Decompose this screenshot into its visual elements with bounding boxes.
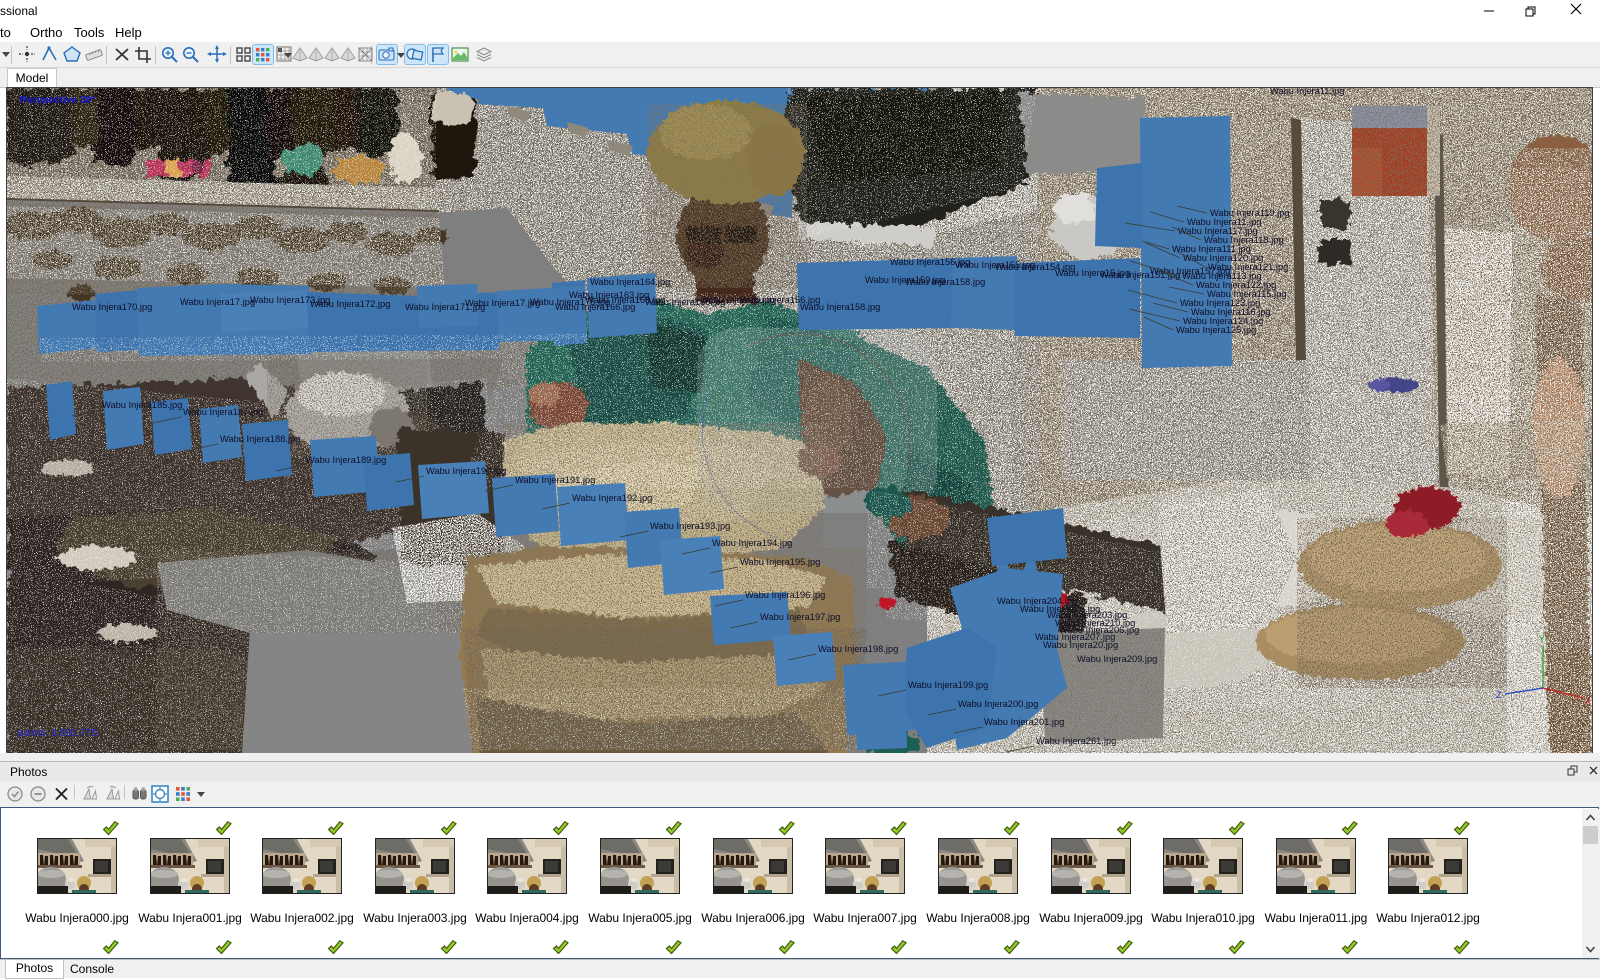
svg-text:Wabu Injera158.jpg: Wabu Injera158.jpg xyxy=(905,277,985,287)
svg-text:points: 3,692,775: points: 3,692,775 xyxy=(17,727,98,739)
svg-text:Wabu Injera261.jpg: Wabu Injera261.jpg xyxy=(1036,736,1116,746)
svg-text:Wabu Injera201.jpg: Wabu Injera201.jpg xyxy=(984,717,1064,727)
svg-text:Wabu Injera198.jpg: Wabu Injera198.jpg xyxy=(818,644,898,654)
svg-text:Wabu Injera125.jpg: Wabu Injera125.jpg xyxy=(1176,325,1256,335)
svg-text:Wabu Injera188.jpg: Wabu Injera188.jpg xyxy=(220,434,300,444)
svg-text:Wabu Injera170.jpg: Wabu Injera170.jpg xyxy=(72,302,152,312)
svg-text:Z: Z xyxy=(1496,690,1502,700)
svg-text:Wabu Injera209.jpg: Wabu Injera209.jpg xyxy=(1077,654,1157,664)
svg-text:Wabu Injera191.jpg: Wabu Injera191.jpg xyxy=(515,475,595,485)
svg-text:Wabu Injera172.jpg: Wabu Injera172.jpg xyxy=(310,299,390,309)
svg-text:Wabu Injera190.jpg: Wabu Injera190.jpg xyxy=(426,466,506,476)
svg-text:Wabu Injera164.jpg: Wabu Injera164.jpg xyxy=(590,277,670,287)
svg-text:Wabu Injera187.jpg: Wabu Injera187.jpg xyxy=(183,407,263,417)
svg-text:Wabu Injera200.jpg: Wabu Injera200.jpg xyxy=(958,699,1038,709)
svg-text:Wabu Injera203.jpg: Wabu Injera203.jpg xyxy=(1047,610,1127,620)
svg-text:Wabu Injera17.jpg: Wabu Injera17.jpg xyxy=(465,298,540,308)
svg-text:X: X xyxy=(1585,696,1591,706)
svg-text:Wabu Injera197.jpg: Wabu Injera197.jpg xyxy=(760,612,840,622)
svg-text:Wabu Injera17.jpg: Wabu Injera17.jpg xyxy=(180,297,255,307)
svg-text:Wabu Injera193.jpg: Wabu Injera193.jpg xyxy=(650,521,730,531)
svg-text:Wabu Injera11.jpg: Wabu Injera11.jpg xyxy=(1270,88,1344,96)
svg-text:Perspective 30°: Perspective 30° xyxy=(20,95,95,106)
svg-text:Wabu Injera166.jpg: Wabu Injera166.jpg xyxy=(555,302,635,312)
svg-text:Wabu Injera199.jpg: Wabu Injera199.jpg xyxy=(908,680,988,690)
svg-text:Wabu Injera192.jpg: Wabu Injera192.jpg xyxy=(572,493,652,503)
svg-text:Y: Y xyxy=(1539,634,1545,644)
svg-text:Wabu Injera194.jpg: Wabu Injera194.jpg xyxy=(712,538,792,548)
svg-text:Wabu Injera185.jpg: Wabu Injera185.jpg xyxy=(102,400,182,410)
svg-text:Wabu Injera189.jpg: Wabu Injera189.jpg xyxy=(306,455,386,465)
svg-text:Wabu Injera195.jpg: Wabu Injera195.jpg xyxy=(740,557,820,567)
svg-text:Wabu Injera20.jpg: Wabu Injera20.jpg xyxy=(1043,640,1118,650)
svg-text:Wabu Injera163.jpg: Wabu Injera163.jpg xyxy=(569,290,649,300)
svg-text:Wabu Injera196.jpg: Wabu Injera196.jpg xyxy=(745,590,825,600)
svg-text:Wabu Injera158.jpg: Wabu Injera158.jpg xyxy=(800,302,880,312)
svg-text:Wabu Injera204.jpg: Wabu Injera204.jpg xyxy=(997,596,1077,606)
